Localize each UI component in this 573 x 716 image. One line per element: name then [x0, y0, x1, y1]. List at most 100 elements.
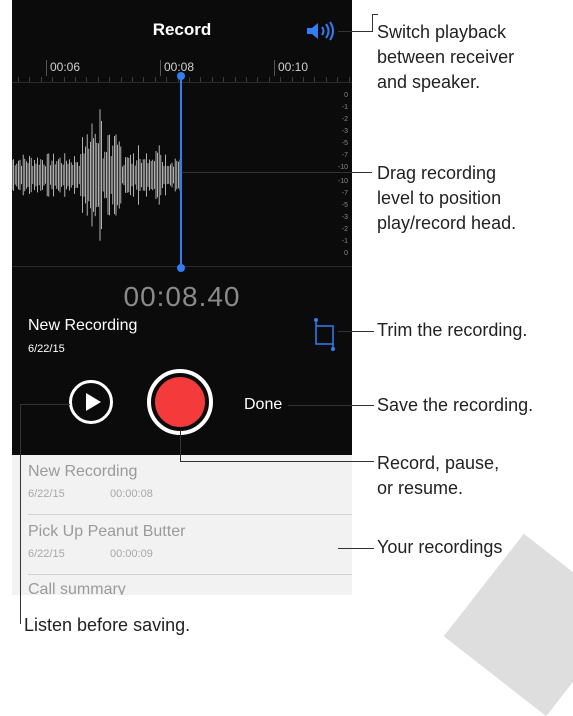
timeline-tick [274, 60, 275, 76]
db-scale-label: -5 [341, 202, 348, 209]
timeline-minor-tick [109, 77, 111, 82]
callout-save: Save the recording. [377, 395, 534, 415]
timeline-minor-tick [52, 77, 54, 82]
callout-bracket-speaker-top [372, 14, 378, 15]
timeline-minor-tick [348, 77, 350, 82]
db-scale-label: -3 [341, 128, 348, 135]
callout-text: Record, pause, [377, 453, 500, 473]
list-item-duration: 00:00:08 [110, 488, 153, 500]
timeline-minor-tick [40, 77, 42, 82]
elapsed-timer: 00:08.40 [123, 281, 241, 312]
play-button[interactable] [69, 380, 113, 424]
timeline-tick [160, 60, 161, 76]
waveform[interactable] [12, 84, 352, 266]
timeline-minor-tick [97, 77, 99, 82]
timeline-minor-tick [18, 77, 19, 82]
recording-name[interactable]: New Recording [28, 317, 137, 335]
db-scale-label: -7 [341, 152, 348, 159]
timeline-minor-tick [223, 77, 225, 82]
speaker-icon[interactable] [305, 21, 335, 41]
db-scale-label: -10 [337, 178, 348, 185]
callout-text: or resume. [377, 478, 464, 498]
timeline-minor-tick [325, 77, 327, 82]
callout-drag: Drag recording level to position play/re… [377, 161, 516, 236]
timeline-minor-tick [143, 77, 145, 82]
timeline-minor-tick [200, 77, 202, 82]
recording-date: 6/22/15 [28, 343, 65, 355]
callout-record: Record, pause, or resume. [377, 451, 499, 501]
list-item-title: Call summary [28, 581, 126, 595]
callout-text: between receiver [377, 47, 515, 67]
timeline-label: 00:10 [278, 60, 309, 74]
db-scale-label: -1 [341, 238, 348, 245]
list-item[interactable]: New Recording 6/22/15 00:00:08 [12, 455, 352, 515]
list-item[interactable]: Call summary [12, 575, 352, 595]
callout-text: level to position [377, 188, 502, 208]
timeline-minor-tick [234, 77, 236, 82]
timeline-minor-tick [189, 77, 190, 82]
db-scale-label: -1 [341, 104, 348, 111]
callout-speaker: Switch playback between receiver and spe… [377, 20, 514, 95]
callout-line-listen-v [20, 404, 21, 624]
timeline-minor-tick [303, 77, 304, 82]
callout-line-record-v [180, 430, 181, 461]
timeline-minor-tick [166, 77, 168, 82]
callout-listen: Listen before saving. [24, 615, 191, 635]
timeline-minor-tick [246, 77, 247, 82]
timeline-minor-tick [280, 77, 282, 82]
timeline-minor-tick [154, 77, 156, 82]
trim-icon[interactable] [311, 318, 337, 352]
timeline-minor-tick [268, 77, 270, 82]
timeline-minor-tick [29, 77, 31, 82]
callout-line-save [288, 405, 374, 406]
recorder-screen: Record 00:06 00:08 00:10 0 -1 -2 -3 -5 -7 -10-… [12, 0, 352, 455]
playhead-bottom-handle[interactable] [177, 264, 185, 272]
timeline-minor-tick [75, 77, 76, 82]
timeline-minor-tick [257, 77, 259, 82]
list-item-date: 6/22/15 [28, 548, 65, 560]
screen-title: Record [152, 20, 212, 39]
page-corner-decoration [443, 533, 573, 716]
timeline-minor-tick [211, 77, 213, 82]
callout-line-trim [338, 331, 374, 332]
timeline-minor-tick [63, 77, 65, 82]
timeline-minor-tick [120, 77, 122, 82]
timeline-label: 00:06 [50, 60, 81, 74]
playhead-top-handle[interactable] [177, 72, 185, 80]
callout-bracket-speaker [372, 14, 373, 32]
play-icon [86, 393, 101, 411]
db-scale-label: -3 [341, 214, 348, 221]
timeline-minor-tick [337, 77, 339, 82]
callout-text: and speaker. [377, 72, 481, 92]
db-scale-label: -5 [341, 140, 348, 147]
record-button[interactable] [147, 369, 213, 435]
callout-line-listen-h [20, 404, 70, 405]
list-item-title: Pick Up Peanut Butter [28, 523, 186, 540]
db-scale-label: -10 [337, 164, 348, 171]
list-item-duration: 00:00:09 [110, 548, 153, 560]
recordings-list[interactable]: New Recording 6/22/15 00:00:08 Pick Up P… [12, 455, 352, 595]
list-item[interactable]: Pick Up Peanut Butter 6/22/15 00:00:09 [12, 515, 352, 575]
callout-text: play/record head. [377, 213, 517, 233]
db-scale-label: 0 [344, 92, 348, 99]
db-scale-label: 0 [344, 250, 348, 257]
list-item-date: 6/22/15 [28, 488, 65, 500]
db-scale-label: -7 [341, 190, 348, 197]
done-button[interactable]: Done [244, 396, 282, 414]
timeline-minor-tick [291, 77, 293, 82]
timeline-minor-tick [86, 77, 88, 82]
db-scale-label: -2 [341, 116, 348, 123]
callout-line-speaker [338, 31, 372, 32]
timeline-minor-tick [314, 77, 316, 82]
timeline-tick [46, 60, 47, 76]
timeline-minor-tick [132, 77, 133, 82]
list-item-title: New Recording [28, 463, 138, 480]
callout-text: Switch playback [377, 22, 507, 42]
callout-list: Your recordings [377, 537, 503, 557]
record-icon [155, 377, 205, 427]
callout-trim: Trim the recording. [377, 320, 528, 340]
callout-text: Drag recording [377, 163, 497, 183]
callout-line-list [338, 548, 374, 549]
callout-line-record-h [180, 461, 374, 462]
db-scale-label: -2 [341, 226, 348, 233]
